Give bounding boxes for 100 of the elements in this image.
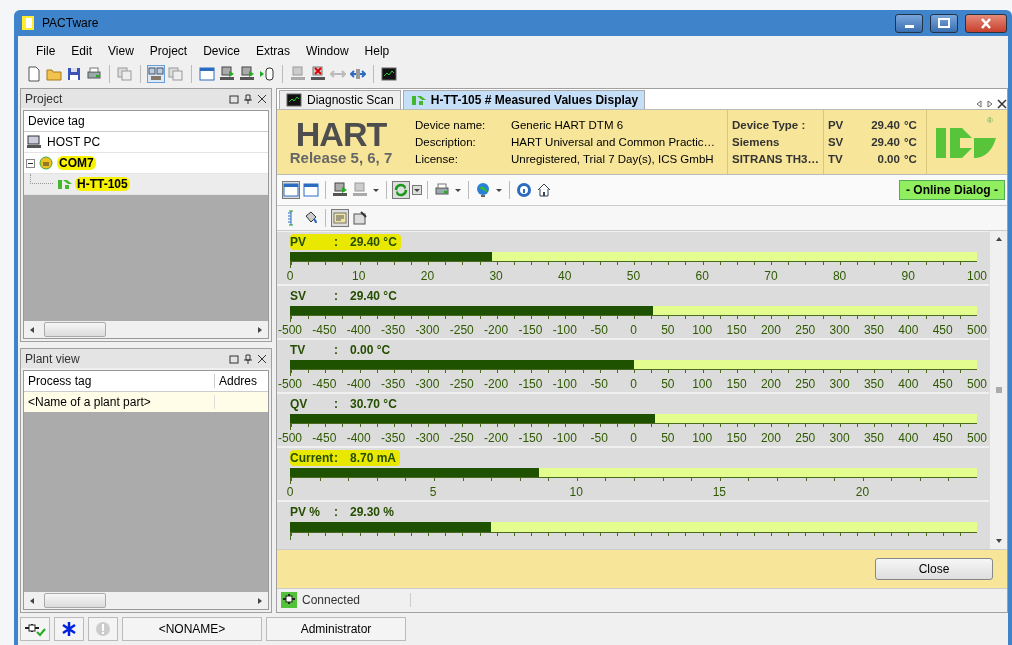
column-header[interactable]: Process tag: [24, 374, 215, 388]
minimize-button[interactable]: [895, 13, 923, 33]
scale-label: 40: [558, 268, 572, 283]
device-crossed-icon[interactable]: [310, 66, 326, 82]
menu-item[interactable]: Extras: [247, 42, 298, 60]
column-header[interactable]: Addres: [215, 374, 258, 388]
field-label: Description:: [415, 136, 477, 148]
device-icon[interactable]: [219, 66, 235, 82]
menu-item[interactable]: Window: [297, 42, 357, 60]
scroll-right-icon[interactable]: [256, 596, 264, 605]
scrollbar-thumb[interactable]: [44, 322, 106, 337]
close-icon[interactable]: [257, 93, 267, 104]
variable-name: PV: [827, 119, 845, 131]
scale-label: 400: [898, 430, 919, 445]
scale-label: 20: [420, 268, 435, 283]
document-icon[interactable]: [26, 66, 42, 82]
maximize-button[interactable]: [930, 13, 958, 33]
window-icon[interactable]: [303, 182, 319, 198]
printer-icon[interactable]: [86, 66, 102, 82]
device-icon[interactable]: [332, 182, 348, 198]
arrows-icon[interactable]: [350, 66, 366, 82]
scale-label: 0: [630, 430, 637, 445]
close-icon: [981, 17, 991, 29]
scrollbar-thumb[interactable]: [44, 593, 106, 608]
tools-icon[interactable]: [352, 210, 368, 226]
scale-label: 0: [286, 268, 294, 283]
home-icon[interactable]: [536, 182, 552, 198]
tree-row[interactable]: H-TT-105: [24, 174, 268, 195]
scroll-left-icon[interactable]: [28, 325, 36, 334]
globe-icon[interactable]: [475, 182, 491, 198]
scale-label: 100: [692, 376, 713, 391]
collapse-icon[interactable]: [26, 158, 35, 168]
field-value: Unregistered, Trial 7 Day(s), ICS GmbH: [511, 153, 715, 165]
scale-label: 200: [760, 322, 781, 337]
variable-name: SV: [827, 136, 845, 148]
menu-item[interactable]: View: [100, 42, 142, 60]
paint-bucket-icon[interactable]: [303, 210, 319, 226]
gauge-separator: :: [334, 505, 339, 519]
scroll-down-icon[interactable]: [994, 537, 1003, 545]
caret-icon[interactable]: [372, 186, 380, 194]
scroll-up-icon[interactable]: [994, 235, 1003, 243]
close-icon[interactable]: [997, 99, 1007, 109]
menu-item[interactable]: Edit: [63, 42, 101, 60]
computers-icon[interactable]: [148, 66, 164, 82]
pin-icon[interactable]: [243, 93, 253, 104]
help-icon[interactable]: [516, 182, 532, 198]
scroll-grip-icon: [994, 387, 1003, 393]
tab[interactable]: H-TT-105 # Measured Values Display: [402, 90, 646, 109]
scale-label: 70: [764, 268, 778, 283]
pin-icon[interactable]: [243, 353, 253, 364]
port-icon: [38, 155, 54, 171]
caret-icon[interactable]: [454, 186, 462, 194]
close-button[interactable]: [965, 13, 1007, 33]
menu-item[interactable]: File: [28, 42, 64, 60]
scroll-left-icon[interactable]: [28, 596, 36, 605]
scale-label: 500: [967, 430, 987, 445]
menu-item[interactable]: Device: [195, 42, 248, 60]
asterisk-button[interactable]: [54, 617, 84, 641]
vendor-text: Device Type :: [732, 119, 807, 131]
connect-button[interactable]: [20, 617, 50, 641]
chart-monitor-icon[interactable]: [381, 66, 397, 82]
gauge-separator: :: [334, 235, 339, 249]
column-header[interactable]: Device tag: [24, 114, 85, 128]
close-button[interactable]: Close: [875, 558, 993, 580]
menu-item[interactable]: Project: [141, 42, 196, 60]
gauge-label: Current: [290, 451, 334, 465]
scale-label: -200: [484, 322, 509, 337]
scale-label: 50: [661, 322, 675, 337]
maximize-icon: [938, 18, 950, 28]
scale-label: 250: [795, 376, 816, 391]
scroll-right-icon[interactable]: [256, 325, 264, 334]
scale-label: 350: [863, 322, 884, 337]
caret-icon[interactable]: [413, 186, 421, 194]
window-icon[interactable]: [283, 182, 299, 198]
device-icon[interactable]: [239, 66, 255, 82]
tree-row[interactable]: HOST PC: [24, 132, 268, 153]
float-icon[interactable]: [229, 93, 239, 104]
float-icon[interactable]: [229, 353, 239, 364]
cylinder-icon[interactable]: [259, 66, 275, 82]
scale-label: -50: [590, 376, 608, 391]
scale-label: -400: [346, 322, 371, 337]
tree-row[interactable]: COM7: [24, 153, 268, 174]
tab-scroll-left-icon[interactable]: [975, 99, 984, 109]
scale-label: 350: [863, 430, 884, 445]
caret-icon[interactable]: [495, 186, 503, 194]
logo-title: HART: [295, 118, 387, 149]
gauge-reading: 29.40 °C: [350, 289, 397, 303]
close-icon[interactable]: [257, 353, 267, 364]
tab-scroll-right-icon[interactable]: [986, 99, 995, 109]
floppy-icon[interactable]: [66, 66, 82, 82]
menu-item[interactable]: Help: [356, 42, 398, 60]
window-icon[interactable]: [199, 66, 215, 82]
tab[interactable]: Diagnostic Scan: [279, 90, 401, 109]
scale-label: -150: [518, 322, 543, 337]
scale-label: 150: [726, 376, 747, 391]
computer-icon: [26, 134, 42, 150]
alert-icon: [95, 621, 111, 637]
variable-value: 29.40: [870, 136, 901, 148]
tree-label: H-TT-105: [75, 177, 130, 191]
printer-icon[interactable]: [434, 182, 450, 198]
